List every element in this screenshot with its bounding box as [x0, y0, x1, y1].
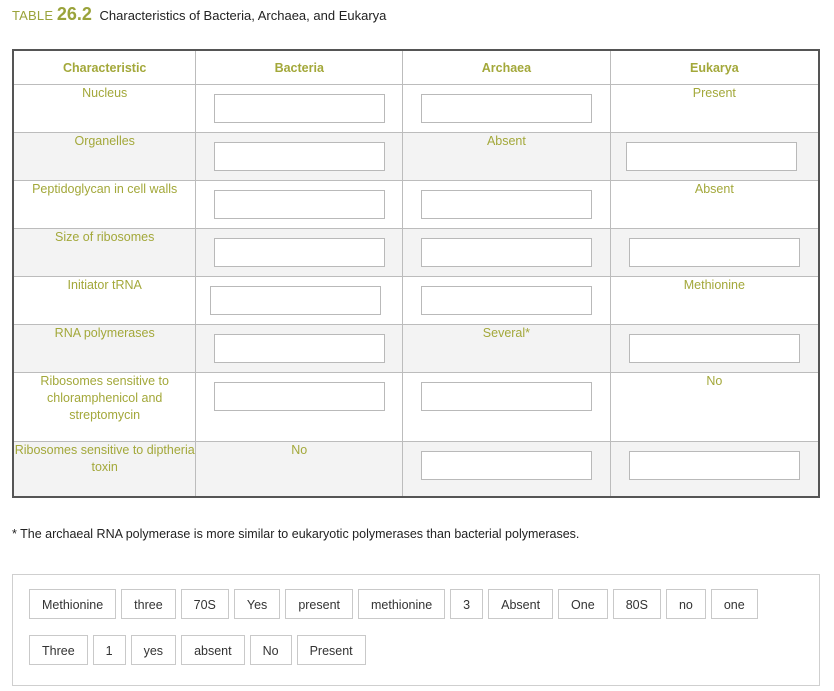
table-row: RNA polymerases Several*: [12, 324, 820, 373]
header-characteristic: Characteristic: [12, 49, 197, 85]
footnote: * The archaeal RNA polymerase is more si…: [12, 527, 580, 541]
table-row: Nucleus Present: [12, 84, 820, 133]
table-row: Initiator tRNA Methionine: [12, 276, 820, 325]
drop-slot-eukarya-organelles[interactable]: [625, 142, 797, 171]
answer-chip[interactable]: Three: [29, 635, 88, 665]
drop-slot-archaea-chloramphenicol[interactable]: [420, 382, 592, 411]
drop-slot-bacteria-organelles[interactable]: [213, 142, 385, 171]
answer-chip[interactable]: 80S: [612, 589, 661, 619]
characteristic-cell: Peptidoglycan in cell walls: [12, 180, 197, 229]
word-bank: Methionine three 70S Yes present methion…: [12, 574, 820, 686]
header-eukarya: Eukarya: [609, 49, 820, 85]
answer-chip[interactable]: 70S: [180, 589, 229, 619]
drop-slot-archaea-diptheria[interactable]: [420, 451, 592, 480]
answer-chip[interactable]: no: [665, 589, 706, 619]
answer-chip[interactable]: methionine: [358, 589, 446, 619]
value-cell: Present: [609, 84, 820, 133]
answer-chip[interactable]: Yes: [233, 589, 281, 619]
answer-chip[interactable]: yes: [130, 635, 177, 665]
answer-chip[interactable]: one: [710, 589, 758, 619]
characteristic-cell: Nucleus: [12, 84, 197, 133]
table-number: 26.2: [56, 4, 92, 24]
value-cell: Methionine: [609, 276, 820, 325]
header-archaea: Archaea: [402, 49, 611, 85]
word-bank-chips: Methionine three 70S Yes present methion…: [29, 589, 809, 665]
table-caption: TABLE 26.2 Characteristics of Bacteria, …: [12, 4, 386, 25]
drop-slot-archaea-peptidoglycan[interactable]: [420, 190, 592, 219]
drop-slot-archaea-initiator-trna[interactable]: [420, 286, 592, 315]
drop-slot-bacteria-peptidoglycan[interactable]: [213, 190, 385, 219]
table-row: Ribosomes sensitive to chloramphenicol a…: [12, 372, 820, 442]
table-row: Peptidoglycan in cell walls Absent: [12, 180, 820, 229]
drop-slot-bacteria-ribosome-size[interactable]: [213, 238, 385, 267]
answer-chip[interactable]: 1: [92, 635, 126, 665]
table-row: Organelles Absent: [12, 132, 820, 181]
value-cell: Absent: [402, 132, 611, 181]
drop-slot-bacteria-chloramphenicol[interactable]: [213, 382, 385, 411]
drop-slot-bacteria-nucleus[interactable]: [213, 94, 385, 123]
answer-chip[interactable]: three: [121, 589, 176, 619]
drop-slot-eukarya-ribosome-size[interactable]: [628, 238, 800, 267]
answer-chip[interactable]: 3: [450, 589, 484, 619]
characteristic-cell: RNA polymerases: [12, 324, 197, 373]
answer-chip[interactable]: Absent: [488, 589, 554, 619]
answer-chip[interactable]: Methionine: [29, 589, 117, 619]
table-title: Characteristics of Bacteria, Archaea, an…: [99, 8, 387, 23]
answer-chip[interactable]: One: [558, 589, 608, 619]
answer-chip[interactable]: present: [285, 589, 354, 619]
table-label: TABLE: [12, 8, 54, 23]
drop-slot-bacteria-initiator-trna[interactable]: [210, 286, 382, 315]
table-row: Size of ribosomes: [12, 228, 820, 277]
value-cell: No: [195, 441, 404, 497]
characteristic-cell: Size of ribosomes: [12, 228, 197, 277]
value-cell: No: [609, 372, 820, 442]
drop-slot-bacteria-rna-polymerases[interactable]: [213, 334, 385, 363]
characteristic-cell: Initiator tRNA: [12, 276, 197, 325]
characteristics-table: Characteristic Bacteria Archaea Eukarya …: [12, 49, 820, 498]
value-cell: Several*: [402, 324, 611, 373]
characteristic-cell: Organelles: [12, 132, 197, 181]
answer-chip[interactable]: Present: [296, 635, 366, 665]
header-bacteria: Bacteria: [195, 49, 404, 85]
answer-chip[interactable]: absent: [181, 635, 245, 665]
drop-slot-archaea-nucleus[interactable]: [420, 94, 592, 123]
drop-slot-archaea-ribosome-size[interactable]: [420, 238, 592, 267]
drop-slot-eukarya-rna-polymerases[interactable]: [628, 334, 800, 363]
characteristic-cell: Ribosomes sensitive to chloramphenicol a…: [12, 372, 197, 442]
answer-chip[interactable]: No: [249, 635, 292, 665]
drop-slot-eukarya-diptheria[interactable]: [628, 451, 800, 480]
table-row: Ribosomes sensitive to diptheria toxin N…: [12, 441, 820, 497]
value-cell: Absent: [609, 180, 820, 229]
characteristic-cell: Ribosomes sensitive to diptheria toxin: [12, 441, 197, 497]
